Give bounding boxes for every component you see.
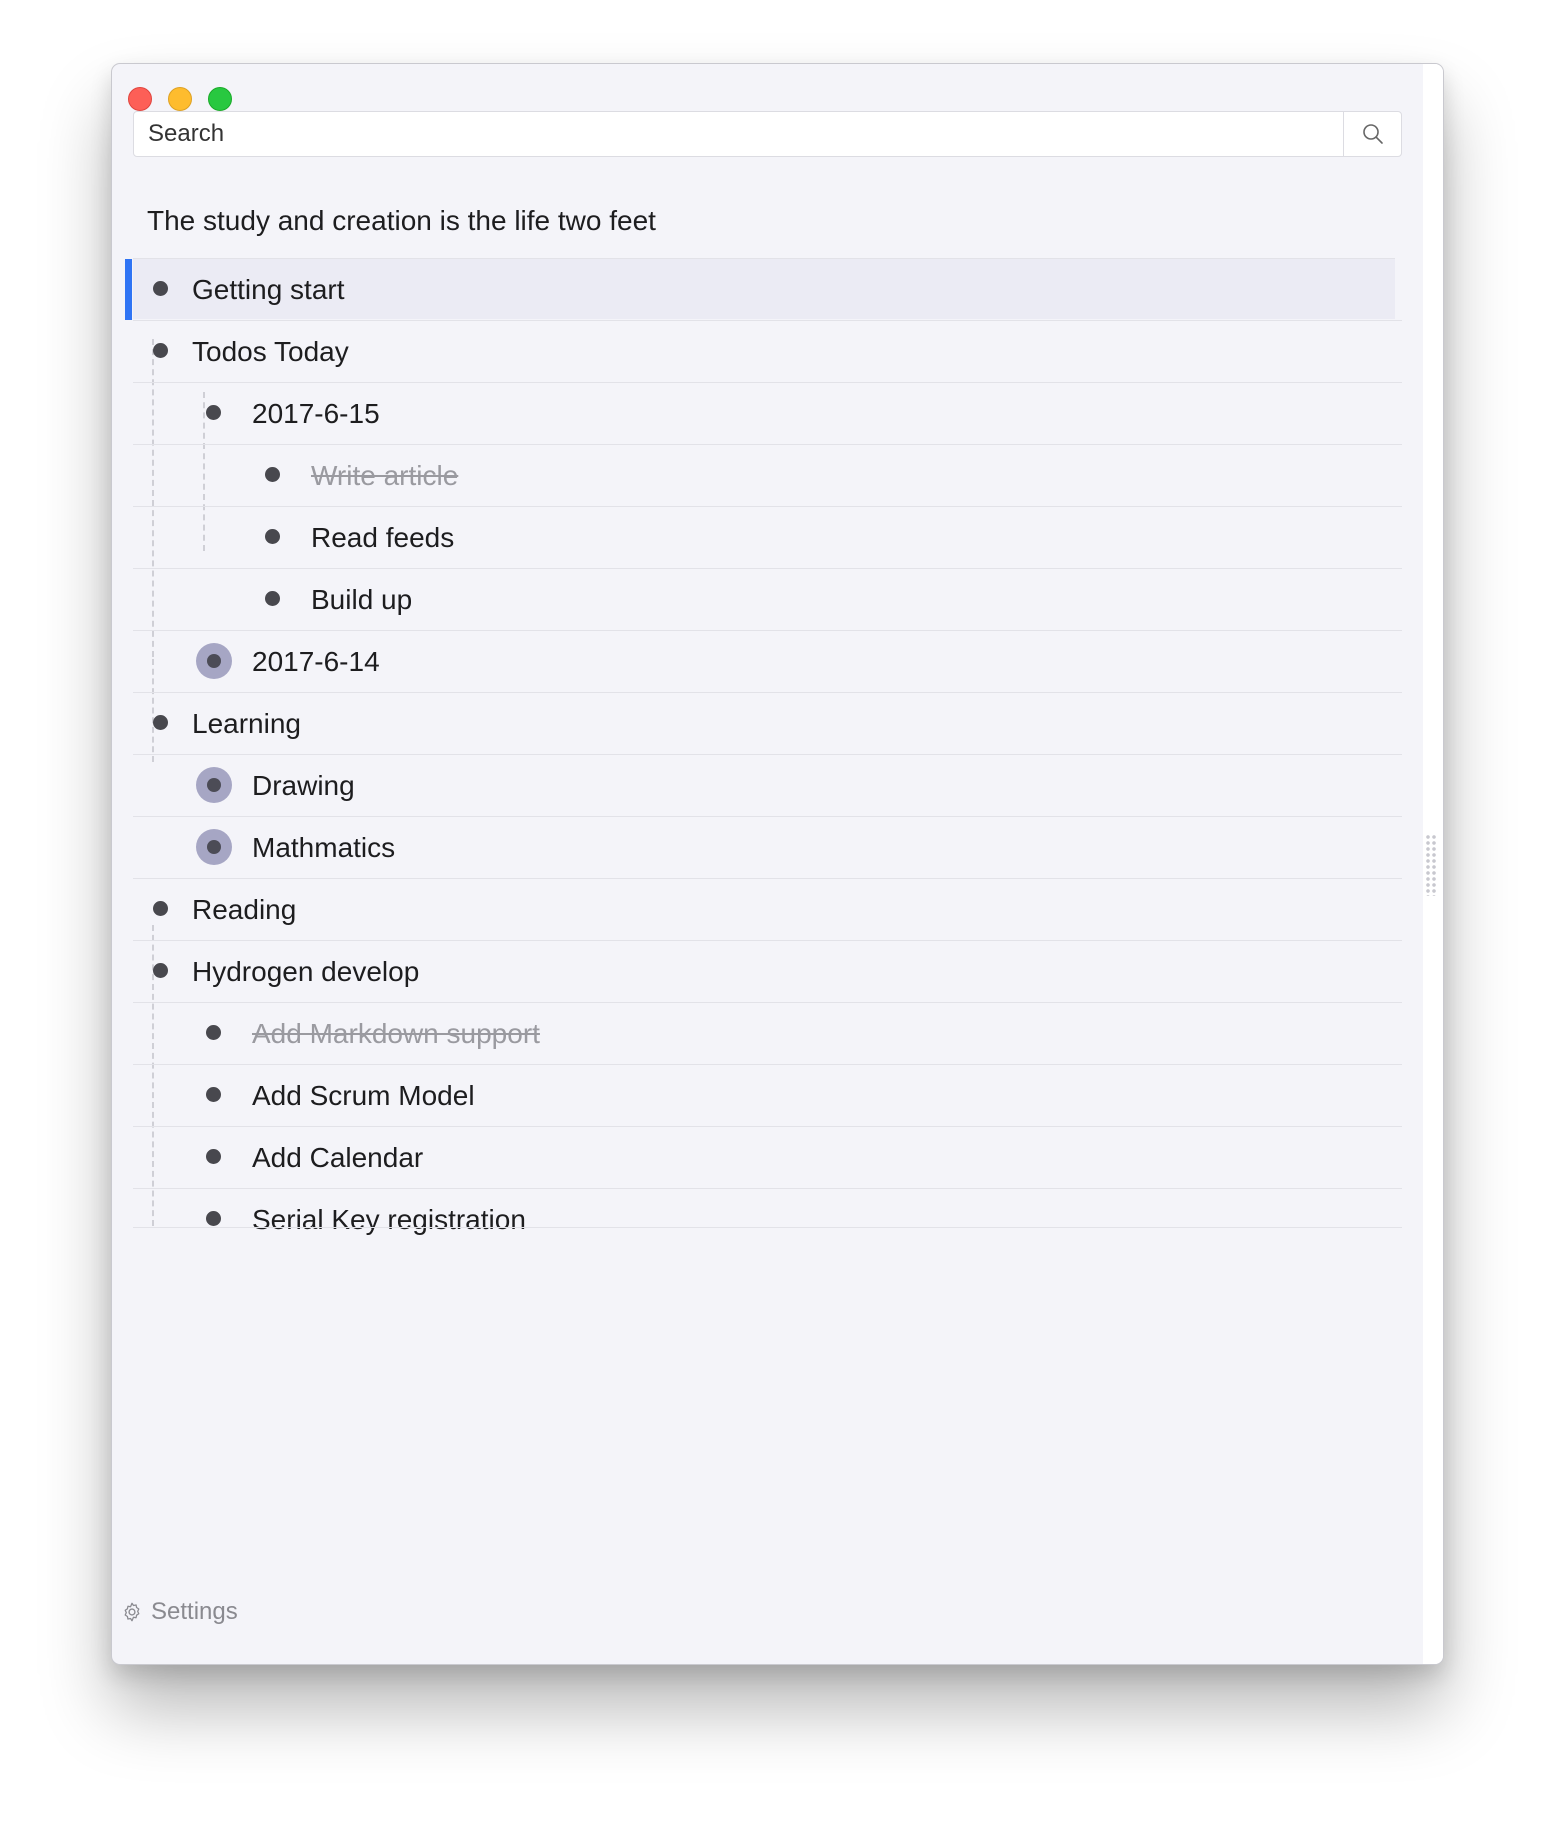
app-window: The study and creation is the life two f… bbox=[111, 63, 1444, 1665]
outline-item[interactable]: Write article bbox=[133, 444, 1402, 505]
outline-item-label[interactable]: Add Markdown support bbox=[252, 1003, 540, 1064]
outline-item[interactable]: 2017-6-15 bbox=[133, 382, 1402, 443]
bullet-icon[interactable] bbox=[265, 529, 280, 544]
bullet-icon[interactable] bbox=[206, 1149, 221, 1164]
outline-item[interactable]: Add Scrum Model bbox=[133, 1064, 1402, 1125]
outline-item-label[interactable]: Todos Today bbox=[192, 321, 349, 382]
minimize-window-button[interactable] bbox=[168, 87, 192, 111]
settings-label: Settings bbox=[151, 1598, 238, 1625]
bullet-icon[interactable] bbox=[206, 1087, 221, 1102]
outline-item-label[interactable]: Add Calendar bbox=[252, 1127, 423, 1188]
gear-icon bbox=[124, 1602, 140, 1622]
outline-item-label[interactable]: 2017-6-14 bbox=[252, 631, 380, 692]
outline-item[interactable]: Reading bbox=[133, 878, 1402, 939]
bullet-icon[interactable] bbox=[153, 963, 168, 978]
outline-item-label[interactable]: Hydrogen develop bbox=[192, 941, 419, 1002]
outline-item[interactable]: Drawing bbox=[133, 754, 1402, 815]
bullet-icon[interactable] bbox=[153, 281, 168, 296]
outline-item[interactable]: Mathmatics bbox=[133, 816, 1402, 877]
outline-item-label[interactable]: Drawing bbox=[252, 755, 355, 816]
outline-item-label[interactable]: Getting start bbox=[192, 259, 345, 320]
collapsed-bullet-icon[interactable] bbox=[196, 643, 232, 679]
outline-item-label[interactable]: Reading bbox=[192, 879, 296, 940]
outline-item-label[interactable]: Learning bbox=[192, 693, 301, 754]
outline-item[interactable]: 2017-6-14 bbox=[133, 630, 1402, 691]
list-divider bbox=[133, 1227, 1402, 1228]
bullet-icon[interactable] bbox=[206, 405, 221, 420]
selection-indicator bbox=[125, 259, 132, 320]
maximize-window-button[interactable] bbox=[208, 87, 232, 111]
close-window-button[interactable] bbox=[128, 87, 152, 111]
bullet-icon[interactable] bbox=[265, 591, 280, 606]
outline-item-label[interactable]: Serial Key registration bbox=[252, 1189, 526, 1250]
outline-item[interactable]: Add Markdown support bbox=[133, 1002, 1402, 1063]
search-button[interactable] bbox=[1343, 112, 1401, 156]
outline-item-label[interactable]: Mathmatics bbox=[252, 817, 395, 878]
outline-item[interactable]: Serial Key registration bbox=[133, 1188, 1402, 1249]
outline-item[interactable]: Todos Today bbox=[133, 320, 1402, 381]
outline-item-label[interactable]: 2017-6-15 bbox=[252, 383, 380, 444]
outline-item-label[interactable]: Read feeds bbox=[311, 507, 454, 568]
bullet-icon[interactable] bbox=[206, 1211, 221, 1226]
outline-item[interactable]: Build up bbox=[133, 568, 1402, 629]
magnifier-icon bbox=[1362, 124, 1383, 144]
bullet-icon[interactable] bbox=[153, 901, 168, 916]
outline-item[interactable]: Add Calendar bbox=[133, 1126, 1402, 1187]
bullet-icon[interactable] bbox=[153, 715, 168, 730]
outline-item[interactable]: Learning bbox=[133, 692, 1402, 753]
bullet-icon[interactable] bbox=[153, 343, 168, 358]
outline-item[interactable]: Getting start bbox=[125, 258, 1395, 320]
outline-item-label[interactable]: Write article bbox=[311, 445, 458, 506]
collapsed-bullet-icon[interactable] bbox=[196, 829, 232, 865]
bullet-icon[interactable] bbox=[206, 1025, 221, 1040]
outline-item-label[interactable]: Build up bbox=[311, 569, 412, 630]
outline-title[interactable]: The study and creation is the life two f… bbox=[147, 205, 656, 237]
search-input[interactable] bbox=[134, 112, 1344, 156]
search-bar bbox=[133, 111, 1402, 157]
outline-item[interactable]: Hydrogen develop bbox=[133, 940, 1402, 1001]
settings-button[interactable]: Settings bbox=[121, 1596, 238, 1628]
collapsed-bullet-icon[interactable] bbox=[196, 767, 232, 803]
outline-item[interactable]: Read feeds bbox=[133, 506, 1402, 567]
outline-item-label[interactable]: Add Scrum Model bbox=[252, 1065, 475, 1126]
bullet-icon[interactable] bbox=[265, 467, 280, 482]
resize-handle[interactable] bbox=[1425, 834, 1437, 896]
